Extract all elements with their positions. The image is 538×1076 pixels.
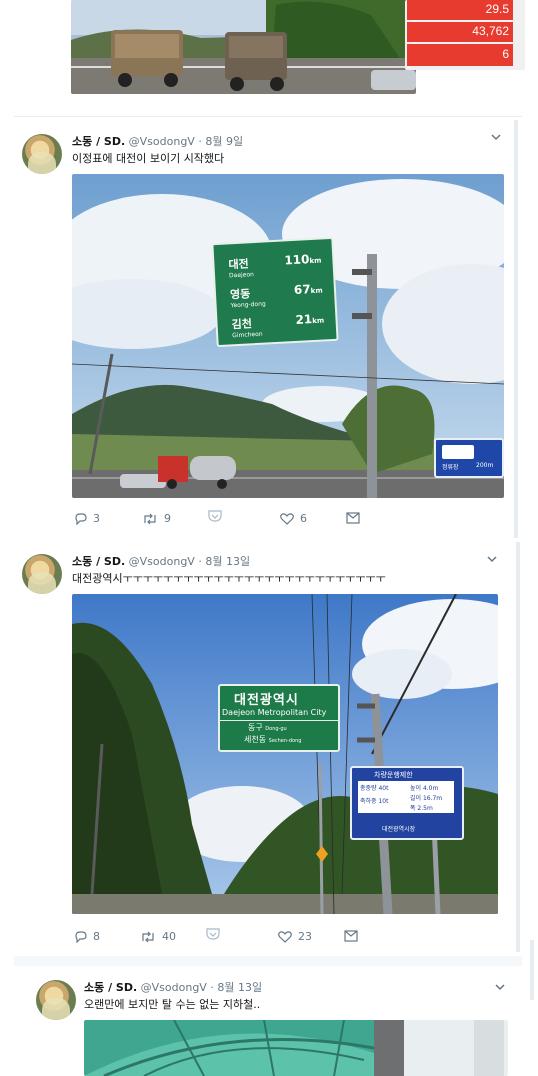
sign-row: 대전 Daejeon — [228, 257, 255, 280]
display-name[interactable]: 소동 / SD. — [72, 555, 125, 568]
tweet-photo-subway[interactable] — [84, 1020, 508, 1076]
retweet-count: 40 — [162, 930, 176, 943]
divider — [14, 956, 522, 966]
tweet-text: 이정표에 대전이 보이기 시작했다 — [72, 152, 225, 165]
reply-icon — [75, 930, 87, 943]
road-sign-distances: 대전 Daejeon 110km 영동 Yeong-dong 67km 김천 G… — [211, 236, 339, 348]
reply-count: 3 — [93, 512, 100, 525]
city-sign-district: 동구 Dong-gu — [248, 723, 287, 732]
bus-sign-distance: 200m — [476, 462, 494, 469]
sign-distance: 67km — [293, 282, 323, 297]
sign-distance: 110km — [283, 252, 322, 268]
retweet-count: 9 — [164, 512, 171, 525]
tweet-photo-trucks[interactable] — [71, 0, 416, 94]
retweet-icon — [142, 931, 154, 942]
tweet-actions: 3 9 6 — [74, 510, 394, 528]
city-sign-title: 대전광역시 — [234, 693, 299, 708]
divider — [14, 116, 522, 117]
retweet-button[interactable]: 40 — [140, 930, 176, 943]
tweet-fragment-top: 29.5 43,762 6 — [14, 0, 525, 120]
card-edge — [530, 940, 534, 1000]
tweet-text: 오랜만에 보지만 탈 수는 없는 지하철.. — [84, 998, 261, 1011]
tweet-photo-city-sign[interactable]: 대전광역시 Daejeon Metropolitan City 동구 Dong-… — [72, 594, 498, 914]
reply-button[interactable]: 3 — [74, 512, 100, 525]
restriction-footer: 대전광역시장 — [382, 826, 416, 833]
like-button[interactable]: 23 — [278, 930, 312, 943]
chevron-down-icon[interactable] — [494, 982, 506, 995]
heart-icon — [280, 512, 294, 525]
reply-button[interactable]: 8 — [74, 930, 100, 943]
tweet-text: 대전광역시ㅜㅜㅜㅜㅜㅜㅜㅜㅜㅜㅜㅜㅜㅜㅜㅜㅜㅜㅜㅜㅜㅜㅜㅜㅜㅜ — [72, 572, 386, 585]
tweet-date[interactable]: · 8월 13일 — [210, 981, 262, 994]
chevron-down-icon[interactable] — [486, 554, 498, 567]
retweet-icon — [144, 513, 156, 524]
retweet-button[interactable]: 9 — [142, 512, 171, 525]
card-edge — [514, 120, 518, 538]
tweet-date[interactable]: · 8월 13일 — [198, 555, 250, 568]
card-edge — [516, 542, 520, 952]
stat-value: 43,762 — [472, 24, 509, 38]
like-count: 6 — [300, 512, 307, 525]
city-sign-dong: 세천동 Sechen-dong — [244, 735, 302, 744]
display-name[interactable]: 소동 / SD. — [84, 981, 137, 994]
action-button[interactable] — [208, 510, 222, 522]
tweet-photo-stats[interactable]: 29.5 43,762 6 — [405, 0, 525, 70]
city-boundary-sign: 대전광역시 Daejeon Metropolitan City 동구 Dong-… — [218, 684, 340, 752]
pocket-icon — [206, 928, 220, 940]
like-count: 23 — [298, 930, 312, 943]
tweet-header: 소동 / SD. @VsodongV · 8월 13일 — [72, 553, 250, 569]
reply-count: 8 — [93, 930, 100, 943]
tweet-photo-road-sign[interactable]: 대전 Daejeon 110km 영동 Yeong-dong 67km 김천 G… — [72, 174, 504, 498]
bus-sign-label: 정류장 — [442, 464, 459, 471]
dm-icon — [344, 930, 358, 942]
stat-value: 6 — [502, 47, 509, 61]
tweet-header: 소동 / SD. @VsodongV · 8월 9일 — [72, 133, 243, 149]
tweet-card[interactable]: 소동 / SD. @VsodongV · 8월 13일 오랜만에 보지만 탈 수… — [26, 970, 522, 1076]
handle[interactable]: @VsodongV — [129, 555, 195, 568]
tweet-actions: 8 40 23 — [74, 928, 394, 946]
restriction-title: 차량운행제한 — [374, 771, 413, 779]
stat-value: 29.5 — [485, 2, 509, 16]
handle[interactable]: @VsodongV — [141, 981, 207, 994]
avatar[interactable] — [22, 554, 62, 594]
display-name[interactable]: 소동 / SD. — [72, 135, 125, 148]
avatar[interactable] — [22, 134, 62, 174]
sign-distance: 21km — [295, 312, 325, 327]
handle[interactable]: @VsodongV — [129, 135, 195, 148]
action-button[interactable] — [206, 928, 220, 940]
chevron-down-icon[interactable] — [490, 132, 502, 145]
bus-stop-sign: 정류장 200m — [434, 438, 504, 478]
dm-button[interactable] — [344, 930, 358, 942]
vehicle-restriction-sign: 차량운행제한 총중량 40t 높이 4.0m 축하중 10t 길이 16.7m … — [350, 766, 464, 840]
pocket-icon — [208, 510, 222, 522]
avatar[interactable] — [36, 980, 76, 1020]
dm-icon — [346, 512, 360, 524]
restriction-value: 길이 16.7m — [410, 795, 443, 802]
restriction-value: 축하중 10t — [360, 798, 389, 805]
dm-button[interactable] — [346, 512, 360, 524]
sign-row: 김천 Gimcheon — [231, 317, 263, 340]
reply-icon — [75, 512, 87, 525]
heart-icon — [278, 930, 292, 943]
bus-icon — [442, 445, 474, 459]
restriction-value: 폭 2.5m — [410, 805, 433, 812]
restriction-value: 총중량 40t — [360, 785, 389, 792]
tweet-card[interactable]: 소동 / SD. @VsodongV · 8월 13일 대전광역시ㅜㅜㅜㅜㅜㅜㅜ… — [14, 542, 522, 952]
like-button[interactable]: 6 — [280, 512, 307, 525]
tweet-header: 소동 / SD. @VsodongV · 8월 13일 — [84, 979, 262, 995]
tweet-card[interactable]: 소동 / SD. @VsodongV · 8월 9일 이정표에 대전이 보이기 … — [14, 120, 522, 538]
city-sign-subtitle: Daejeon Metropolitan City — [222, 708, 327, 717]
restriction-value: 높이 4.0m — [410, 785, 439, 792]
tweet-date[interactable]: · 8월 9일 — [198, 135, 243, 148]
divider — [220, 720, 338, 721]
sign-row: 영동 Yeong-dong — [229, 287, 266, 310]
